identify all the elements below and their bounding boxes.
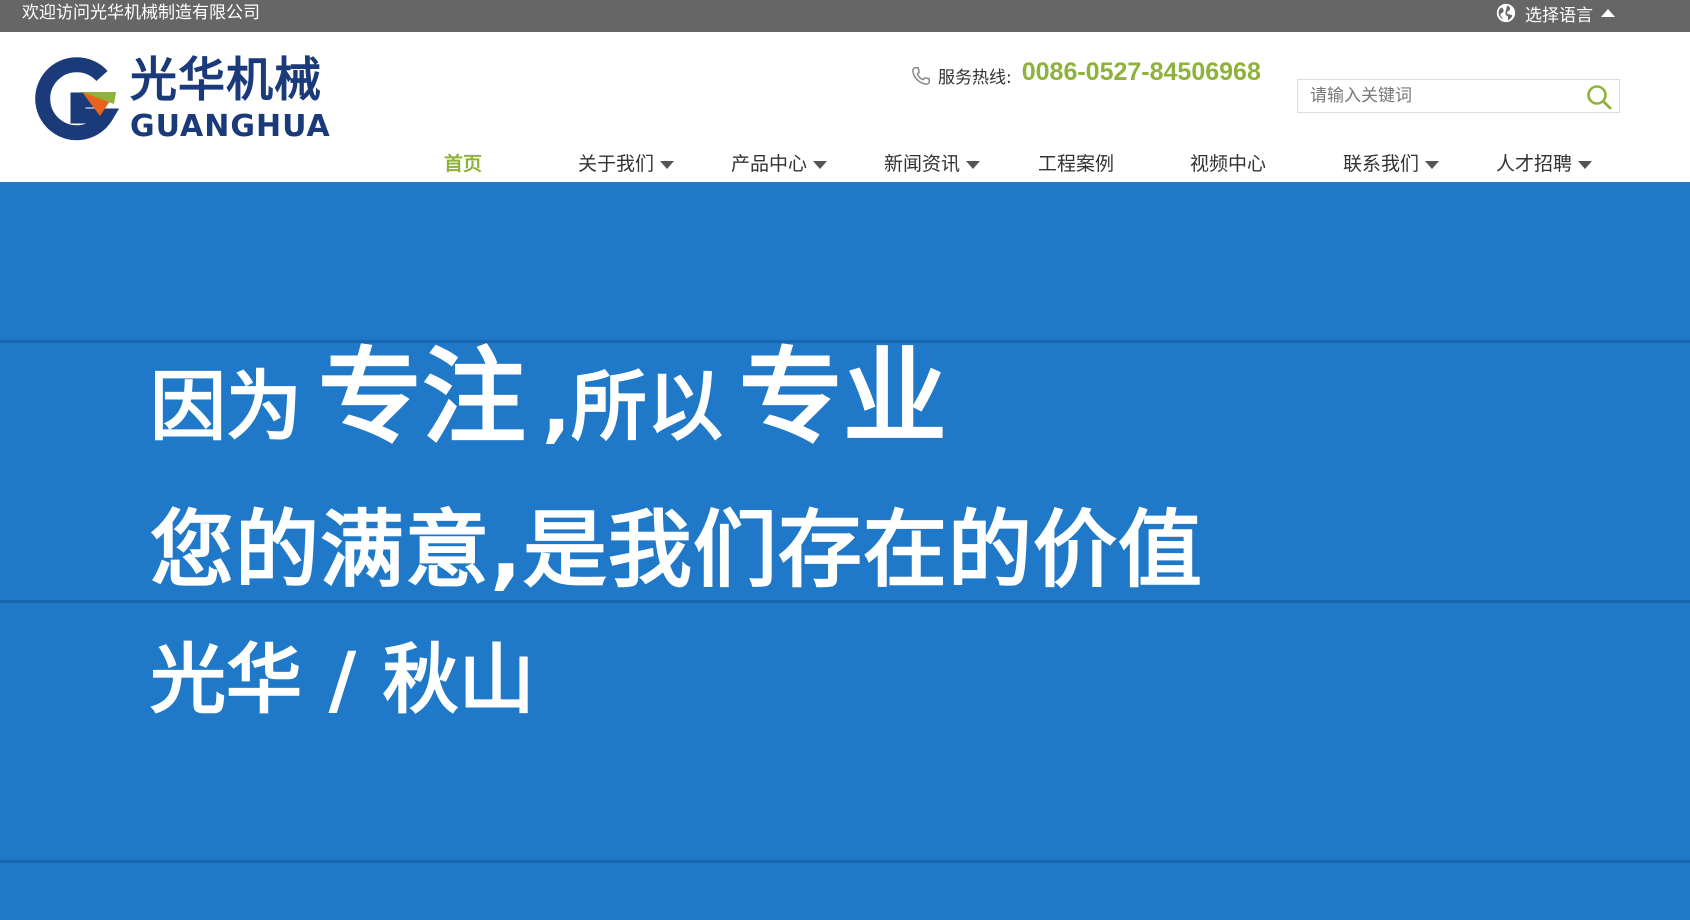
chevron-down-icon: [813, 161, 828, 169]
welcome-text: 欢迎访问光华机械制造有限公司: [22, 3, 260, 23]
site-header: 光华机械 GUANGHUA 服务热线: 0086-0527-84506968 首…: [0, 32, 1690, 182]
banner-divider: [0, 860, 1690, 863]
logo-g-icon: [35, 57, 120, 141]
chevron-down-icon: [660, 161, 675, 169]
hero-banner: 因为 专注 ,所以 专业 您的满意,是我们存在的价值 光华 / 秋山: [0, 182, 1690, 920]
hotline-number[interactable]: 0086-0527-84506968: [1022, 58, 1261, 87]
nav-item-cases[interactable]: 工程案例: [1038, 142, 1114, 186]
caret-up-icon: [1601, 9, 1615, 17]
search-icon[interactable]: [1585, 83, 1613, 111]
slogan-line-1: 因为 专注 ,所以 专业: [150, 336, 947, 458]
nav-item-home[interactable]: 首页: [444, 142, 482, 186]
logo-text-en: GUANGHUA: [130, 109, 331, 144]
nav-item-about[interactable]: 关于我们: [578, 142, 675, 186]
chevron-down-icon: [1578, 161, 1593, 169]
phone-icon: [912, 67, 930, 85]
nav-item-careers[interactable]: 人才招聘: [1496, 142, 1593, 186]
hotline-label: 服务热线:: [938, 67, 1012, 88]
nav-item-news[interactable]: 新闻资讯: [884, 142, 981, 186]
language-label: 选择语言: [1525, 5, 1593, 26]
search-input[interactable]: [1298, 80, 1592, 112]
top-bar: 欢迎访问光华机械制造有限公司 选择语言: [0, 0, 1690, 32]
nav-item-contact[interactable]: 联系我们: [1343, 142, 1440, 186]
nav-item-products[interactable]: 产品中心: [731, 142, 828, 186]
language-selector[interactable]: 选择语言: [1495, 0, 1615, 26]
chevron-down-icon: [966, 161, 981, 169]
chevron-down-icon: [1425, 161, 1440, 169]
search-box: [1297, 79, 1620, 113]
slogan-line-3: 光华 / 秋山: [150, 635, 535, 724]
logo[interactable]: 光华机械 GUANGHUA: [34, 54, 331, 146]
globe-icon: [1496, 3, 1516, 23]
banner-divider: [0, 600, 1690, 603]
nav-item-videos[interactable]: 视频中心: [1190, 142, 1266, 186]
service-hotline: 服务热线: 0086-0527-84506968: [910, 54, 1261, 90]
logo-text-cn: 光华机械: [130, 53, 322, 108]
slogan-line-2: 您的满意,是我们存在的价值: [150, 501, 1203, 599]
